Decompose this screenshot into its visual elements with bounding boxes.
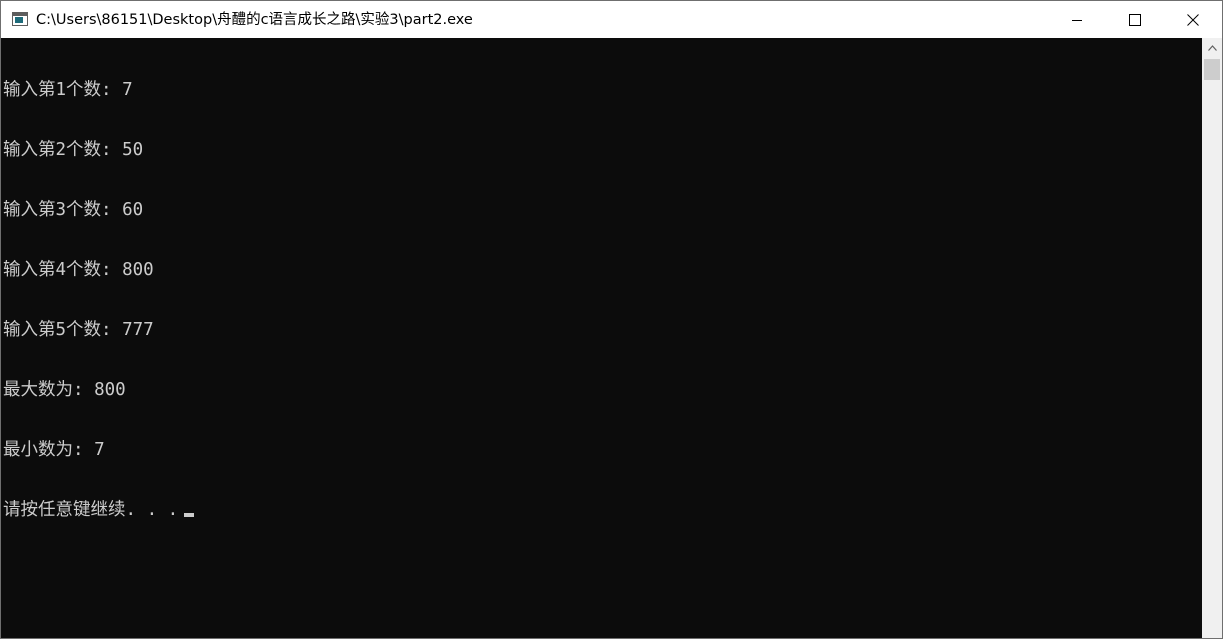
continue-prompt: 请按任意键继续. . . bbox=[3, 500, 179, 520]
close-icon bbox=[1187, 13, 1199, 26]
console-line: 输入第5个数: 777 bbox=[3, 320, 154, 340]
console-line: 最小数为: 7 bbox=[3, 440, 105, 460]
console-text: 输入第1个数: 7 输入第2个数: 50 输入第3个数: 60 输入第4个数: … bbox=[3, 40, 195, 560]
console-line: 输入第4个数: 800 bbox=[3, 260, 154, 280]
console-line: 输入第3个数: 60 bbox=[3, 200, 144, 220]
chevron-up-icon bbox=[1207, 45, 1217, 51]
minimize-icon bbox=[1072, 19, 1082, 21]
window-title: C:\Users\86151\Desktop\舟醴的c语言成长之路\实验3\pa… bbox=[36, 12, 473, 28]
console-app-icon bbox=[12, 12, 28, 26]
console-output-area[interactable]: 输入第1个数: 7 输入第2个数: 50 输入第3个数: 60 输入第4个数: … bbox=[1, 38, 1202, 638]
console-line: 输入第2个数: 50 bbox=[3, 140, 144, 160]
console-line: 最大数为: 800 bbox=[3, 380, 126, 400]
scroll-thumb[interactable] bbox=[1204, 59, 1220, 80]
prompt-line: 请按任意键继续. . . bbox=[3, 500, 195, 520]
maximize-icon bbox=[1129, 13, 1141, 26]
title-bar[interactable]: C:\Users\86151\Desktop\舟醴的c语言成长之路\实验3\pa… bbox=[1, 1, 1222, 38]
close-button[interactable] bbox=[1164, 1, 1222, 38]
console-window: C:\Users\86151\Desktop\舟醴的c语言成长之路\实验3\pa… bbox=[0, 0, 1223, 639]
console-line: 输入第1个数: 7 bbox=[3, 80, 133, 100]
vertical-scrollbar[interactable] bbox=[1202, 38, 1222, 638]
scroll-up-button[interactable] bbox=[1202, 38, 1222, 58]
maximize-button[interactable] bbox=[1106, 1, 1164, 38]
minimize-button[interactable] bbox=[1048, 1, 1106, 38]
text-cursor bbox=[184, 513, 195, 517]
